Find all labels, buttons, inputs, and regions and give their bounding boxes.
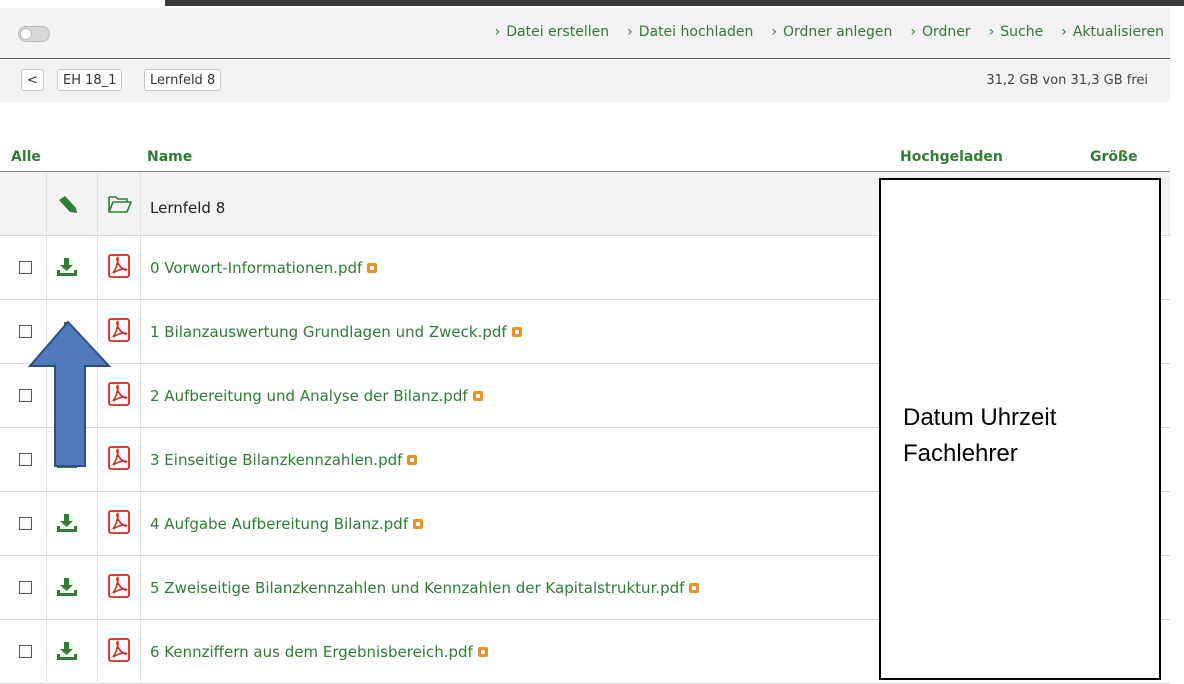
uploaded-column-header[interactable]: Hochgeladen [900,149,1003,165]
toolbar-actions: › Datei erstellen › Datei hochladen › Ordne… [477,24,1164,40]
refresh-button[interactable]: › Aktualisieren [1061,24,1164,40]
storage-info: 31,2 GB von 31,3 GB frei [986,73,1148,88]
new-badge-icon [511,327,522,337]
pdf-file-icon [107,638,131,666]
file-name-link[interactable]: 4 Aufgabe Aufbereitung Bilanz.pdf [150,515,424,533]
breadcrumb: < EH 18_1 Lernfeld 8 31,2 GB von 31,3 GB… [0,60,1170,102]
up-arrow-annotation [28,320,112,467]
chevron-right-icon: › [988,24,995,40]
upload-file-button[interactable]: › Datei hochladen [627,24,753,40]
create-file-button[interactable]: › Datei erstellen [495,24,609,40]
view-toggle[interactable] [18,26,50,42]
refresh-label: Aktualisieren [1072,24,1164,40]
back-button[interactable]: < [21,69,44,91]
new-badge-icon [407,455,418,465]
search-label: Suche [1000,24,1044,40]
upload-file-label: Datei hochladen [638,24,754,40]
download-icon[interactable] [56,257,78,281]
edit-pencil-icon[interactable] [56,194,78,218]
chevron-right-icon: › [771,24,777,40]
chevron-right-icon: › [494,24,501,40]
search-button[interactable]: › Suche [989,24,1044,40]
row-checkbox[interactable] [19,581,32,594]
row-checkbox[interactable] [19,517,32,530]
create-file-label: Datei erstellen [506,24,610,40]
file-name[interactable]: 2 Aufbereitung und Analyse der Bilanz.pd… [150,387,468,405]
new-badge-icon [477,647,488,657]
toggle-knob [20,28,32,40]
column-separator [140,172,141,684]
new-badge-icon [367,263,378,273]
pdf-file-icon [107,510,131,538]
top-border [165,0,1184,6]
new-badge-icon [472,391,483,401]
file-name[interactable]: 5 Zweiseitige Bilanzkennzahlen und Kennz… [150,579,684,597]
select-all-link[interactable]: Alle [11,149,41,165]
create-folder-button[interactable]: › Ordner anlegen [771,24,892,40]
folder-button[interactable]: › Ordner [910,24,970,40]
row-checkbox[interactable] [19,645,32,658]
file-name-link[interactable]: 5 Zweiseitige Bilanzkennzahlen und Kennz… [150,579,700,597]
annotation-line-1: Datum Uhrzeit [903,404,1057,431]
pdf-file-icon [107,574,131,602]
folder-open-icon [107,194,133,218]
annotation-line-2: Fachlehrer [903,440,1018,467]
file-name[interactable]: 0 Vorwort-Informationen.pdf [150,259,362,277]
file-name-link[interactable]: 1 Bilanzauswertung Grundlagen und Zweck.… [150,323,522,341]
size-column-header[interactable]: Größe [1090,149,1138,165]
name-column-header[interactable]: Name [147,149,192,165]
create-folder-label: Ordner anlegen [782,24,893,40]
file-name-link[interactable]: 0 Vorwort-Informationen.pdf [150,259,378,277]
download-icon[interactable] [56,513,78,537]
file-name[interactable]: 4 Aufgabe Aufbereitung Bilanz.pdf [150,515,408,533]
new-badge-icon [413,519,424,529]
file-name-link[interactable]: 2 Aufbereitung und Analyse der Bilanz.pd… [150,387,483,405]
folder-name[interactable]: Lernfeld 8 [150,199,225,217]
file-name[interactable]: 1 Bilanzauswertung Grundlagen und Zweck.… [150,323,507,341]
new-badge-icon [689,583,700,593]
folder-label: Ordner [922,24,971,40]
chevron-right-icon: › [910,24,917,40]
file-name[interactable]: 6 Kennziffern aus dem Ergebnisbereich.pd… [150,643,473,661]
annotation-text: Datum Uhrzeit Fachlehrer [903,400,1056,472]
chevron-right-icon: › [1061,24,1067,40]
pdf-file-icon [107,254,131,282]
toolbar: › Datei erstellen › Datei hochladen › Ordne… [0,8,1170,59]
chevron-right-icon: › [627,24,633,40]
file-name-link[interactable]: 6 Kennziffern aus dem Ergebnisbereich.pd… [150,643,488,661]
breadcrumb-item[interactable]: EH 18_1 [57,69,123,91]
file-name-link[interactable]: 3 Einseitige Bilanzkennzahlen.pdf [150,451,418,469]
breadcrumb-item[interactable]: Lernfeld 8 [144,69,222,91]
download-icon[interactable] [56,577,78,601]
annotation-box: Datum Uhrzeit Fachlehrer [879,178,1161,680]
row-checkbox[interactable] [19,261,32,274]
file-name[interactable]: 3 Einseitige Bilanzkennzahlen.pdf [150,451,402,469]
download-icon[interactable] [56,641,78,665]
